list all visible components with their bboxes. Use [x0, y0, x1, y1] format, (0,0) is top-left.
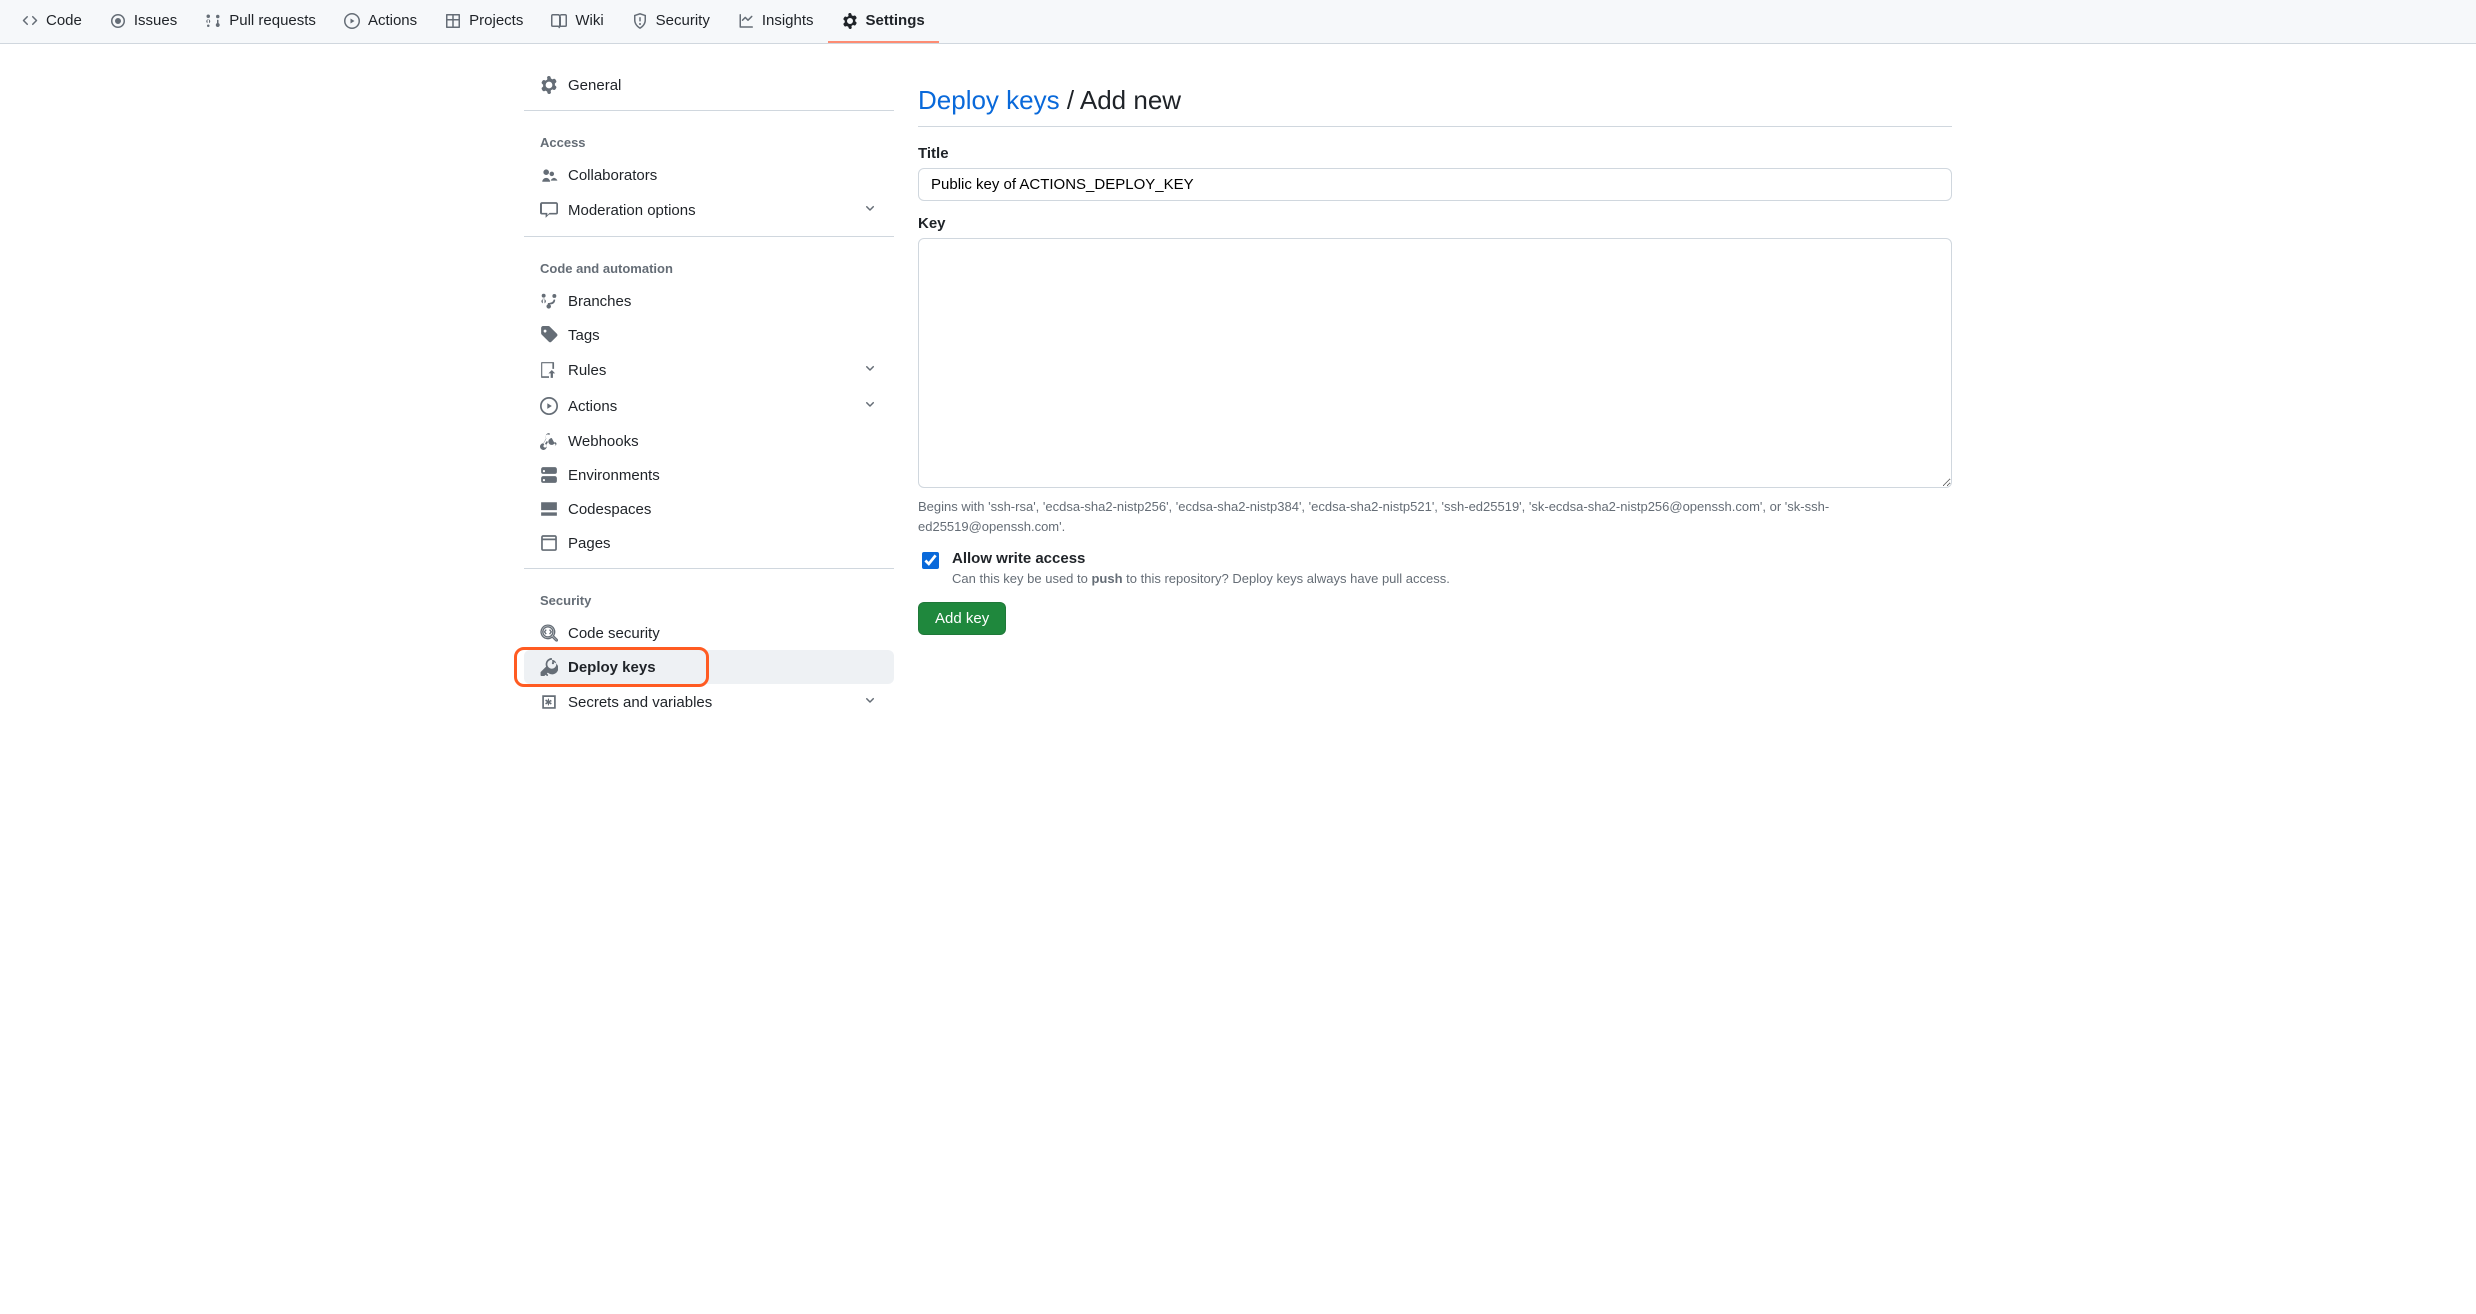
webhook-icon [540, 432, 558, 450]
tab-pull-requests[interactable]: Pull requests [191, 0, 330, 43]
sidebar-item-label: Deploy keys [568, 659, 656, 676]
graph-icon [738, 13, 754, 29]
key-hint: Begins with 'ssh-rsa', 'ecdsa-sha2-nistp… [918, 497, 1952, 536]
tab-label: Issues [134, 12, 177, 29]
sidebar-item-label: Actions [568, 398, 617, 415]
sidebar-item-label: Webhooks [568, 433, 639, 450]
sidebar-item-moderation[interactable]: Moderation options [524, 192, 894, 228]
sidebar-heading-access: Access [524, 119, 894, 158]
sidebar-item-label: Collaborators [568, 167, 657, 184]
chevron-down-icon [862, 396, 878, 416]
sidebar-item-rules[interactable]: Rules [524, 352, 894, 388]
allow-write-checkbox[interactable] [922, 552, 939, 569]
sidebar-item-label: Codespaces [568, 501, 651, 518]
sidebar-item-label: Pages [568, 535, 611, 552]
allow-write-description: Can this key be used to push to this rep… [952, 571, 1450, 586]
tab-label: Projects [469, 12, 523, 29]
sidebar-item-label: Tags [568, 327, 600, 344]
sidebar-item-webhooks[interactable]: Webhooks [524, 424, 894, 458]
tab-label: Wiki [575, 12, 603, 29]
tab-wiki[interactable]: Wiki [537, 0, 617, 43]
sidebar-item-code-security[interactable]: Code security [524, 616, 894, 650]
scan-icon [540, 624, 558, 642]
sidebar-item-label: Rules [568, 362, 606, 379]
tab-label: Insights [762, 12, 814, 29]
play-circle-icon [540, 397, 558, 415]
key-textarea[interactable] [918, 238, 1952, 488]
asterisk-box-icon [540, 693, 558, 711]
gear-icon [842, 13, 858, 29]
tab-settings[interactable]: Settings [828, 0, 939, 43]
tag-icon [540, 326, 558, 344]
browser-icon [540, 534, 558, 552]
tab-label: Security [656, 12, 710, 29]
settings-container: General Access Collaborators Moderation … [508, 44, 1968, 752]
shield-icon [632, 13, 648, 29]
sidebar-item-secrets[interactable]: Secrets and variables [524, 684, 894, 720]
server-icon [540, 466, 558, 484]
settings-sidebar: General Access Collaborators Moderation … [524, 68, 894, 728]
tab-issues[interactable]: Issues [96, 0, 191, 43]
book-icon [551, 13, 567, 29]
tab-insights[interactable]: Insights [724, 0, 828, 43]
pull-request-icon [205, 13, 221, 29]
sidebar-item-label: Branches [568, 293, 631, 310]
issue-icon [110, 13, 126, 29]
sidebar-item-general[interactable]: General [524, 68, 894, 102]
allow-write-label: Allow write access [952, 550, 1450, 567]
add-key-button[interactable]: Add key [918, 602, 1006, 635]
tab-projects[interactable]: Projects [431, 0, 537, 43]
sidebar-item-label: Environments [568, 467, 660, 484]
sidebar-item-collaborators[interactable]: Collaborators [524, 158, 894, 192]
branch-icon [540, 292, 558, 310]
sidebar-item-codespaces[interactable]: Codespaces [524, 492, 894, 526]
table-icon [445, 13, 461, 29]
sidebar-item-tags[interactable]: Tags [524, 318, 894, 352]
breadcrumb-separator: / [1060, 85, 1080, 115]
sidebar-item-environments[interactable]: Environments [524, 458, 894, 492]
sidebar-item-branches[interactable]: Branches [524, 284, 894, 318]
title-label: Title [918, 145, 1952, 162]
tab-code[interactable]: Code [8, 0, 96, 43]
page-title: Deploy keys / Add new [918, 85, 1952, 127]
sidebar-heading-automation: Code and automation [524, 245, 894, 284]
sidebar-item-pages[interactable]: Pages [524, 526, 894, 560]
tab-label: Actions [368, 12, 417, 29]
breadcrumb-leaf: Add new [1080, 85, 1181, 115]
key-label: Key [918, 215, 1952, 232]
sidebar-item-label: Code security [568, 625, 660, 642]
sidebar-heading-security: Security [524, 577, 894, 616]
key-icon [540, 658, 558, 676]
sidebar-item-label: General [568, 77, 621, 94]
tab-actions[interactable]: Actions [330, 0, 431, 43]
chevron-down-icon [862, 360, 878, 380]
tab-security[interactable]: Security [618, 0, 724, 43]
tab-label: Code [46, 12, 82, 29]
codespaces-icon [540, 500, 558, 518]
chevron-down-icon [862, 692, 878, 712]
allow-write-row: Allow write access Can this key be used … [918, 550, 1952, 586]
people-icon [540, 166, 558, 184]
sidebar-item-label: Moderation options [568, 202, 696, 219]
play-circle-icon [344, 13, 360, 29]
repo-tab-nav: Code Issues Pull requests Actions Projec… [0, 0, 2476, 44]
title-input[interactable] [918, 168, 1952, 201]
sidebar-item-label: Secrets and variables [568, 694, 712, 711]
upload-box-icon [540, 361, 558, 379]
gear-icon [540, 76, 558, 94]
chevron-down-icon [862, 200, 878, 220]
code-icon [22, 13, 38, 29]
sidebar-item-actions[interactable]: Actions [524, 388, 894, 424]
tab-label: Pull requests [229, 12, 316, 29]
sidebar-item-deploy-keys[interactable]: Deploy keys [524, 650, 894, 684]
breadcrumb-link-deploy-keys[interactable]: Deploy keys [918, 85, 1060, 115]
tab-label: Settings [866, 12, 925, 29]
comment-icon [540, 201, 558, 219]
main-content: Deploy keys / Add new Title Key Begins w… [918, 68, 1952, 728]
